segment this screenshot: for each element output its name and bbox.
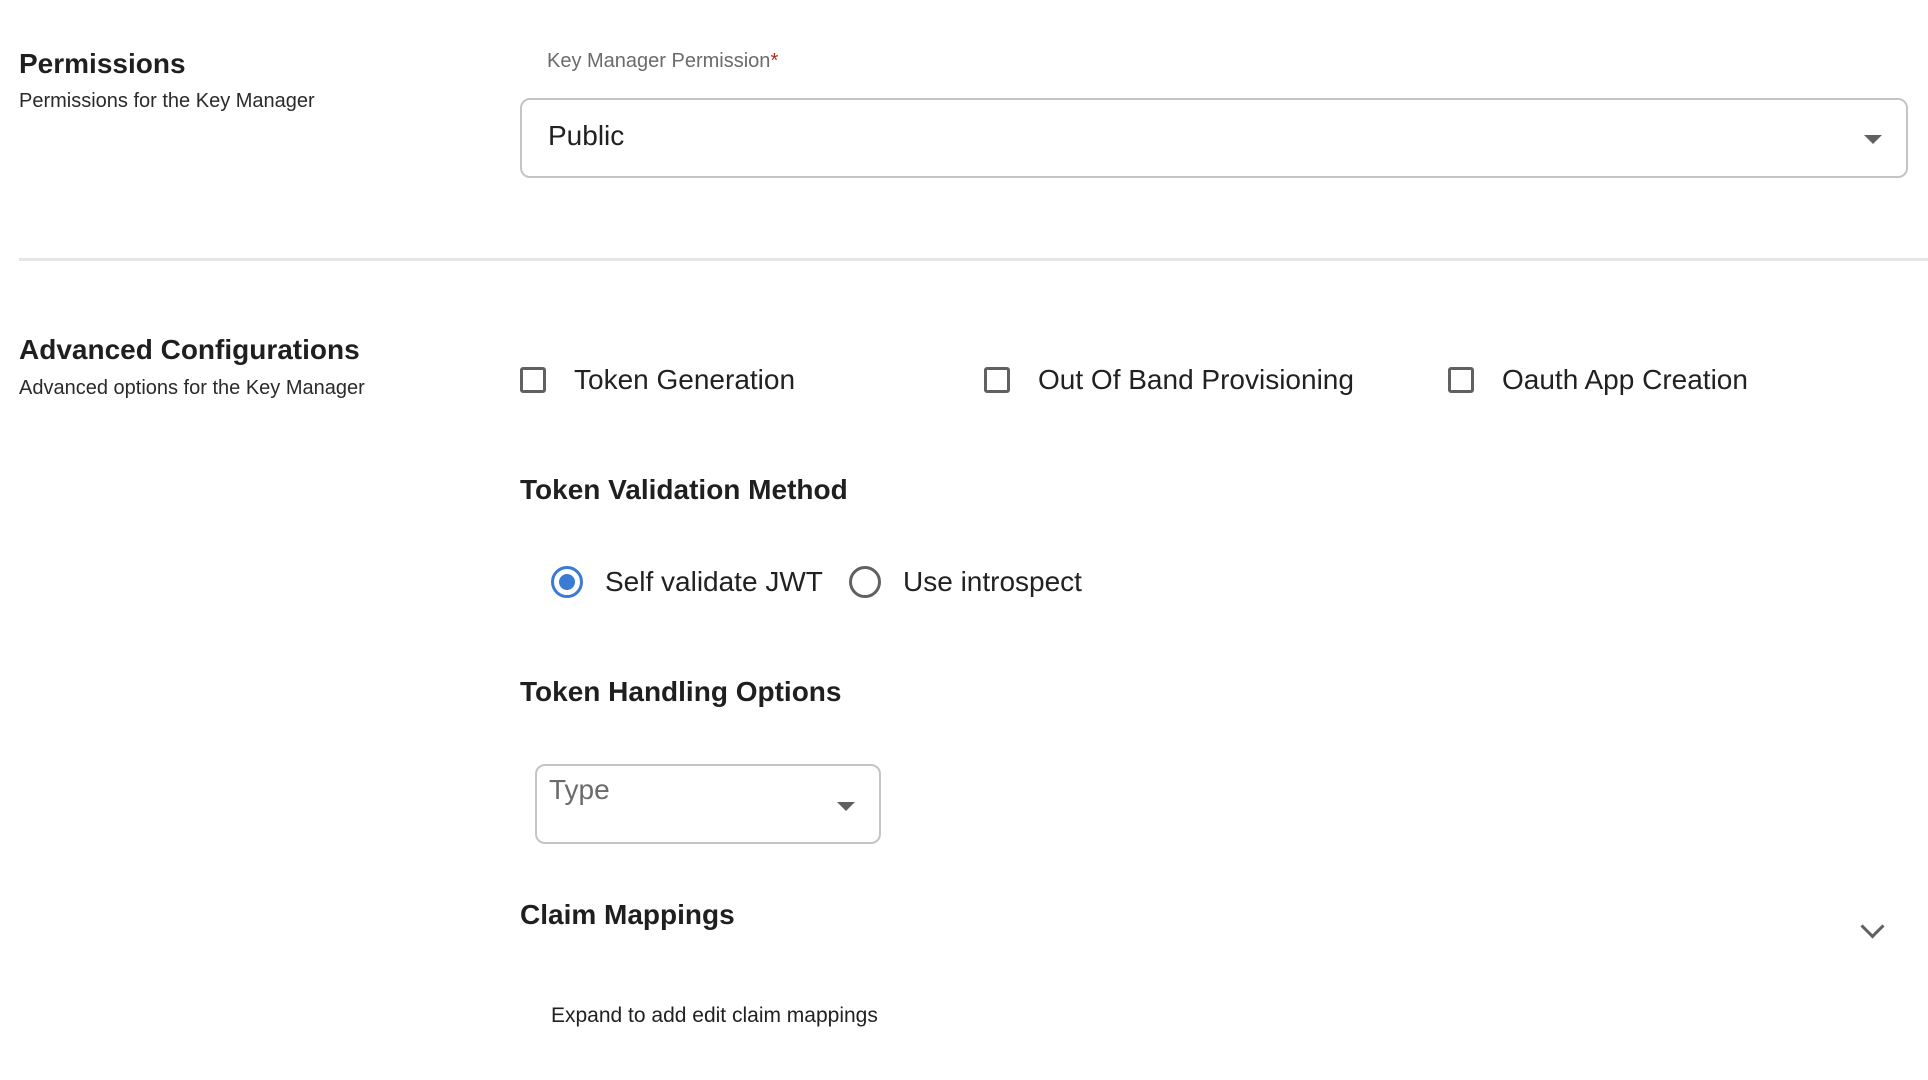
oauth-app-creation-checkbox[interactable]: Oauth App Creation xyxy=(1448,364,1748,396)
key-manager-form: Permissions Permissions for the Key Mana… xyxy=(0,0,1928,1080)
out-of-band-provisioning-checkbox[interactable]: Out Of Band Provisioning xyxy=(984,364,1354,396)
radio-dot xyxy=(559,574,575,590)
token-generation-checkbox[interactable]: Token Generation xyxy=(520,364,795,396)
radio-selected-icon[interactable] xyxy=(551,566,583,598)
key-manager-permission-label-text: Key Manager Permission xyxy=(547,50,771,72)
token-generation-label: Token Generation xyxy=(574,364,796,395)
token-handling-options-heading: Token Handling Options xyxy=(520,676,842,707)
checkbox-unchecked-icon[interactable] xyxy=(1448,367,1474,393)
permissions-description: Permissions for the Key Manager xyxy=(19,90,315,112)
radio-unselected-icon[interactable] xyxy=(849,566,881,598)
checkbox-unchecked-icon[interactable] xyxy=(984,367,1010,393)
key-manager-permission-value: Public xyxy=(548,120,625,151)
out-of-band-provisioning-label: Out Of Band Provisioning xyxy=(1038,364,1354,395)
claim-mappings-heading[interactable]: Claim Mappings xyxy=(520,899,735,931)
dropdown-arrow-icon xyxy=(1864,135,1882,144)
use-introspect-radio[interactable]: Use introspect xyxy=(849,566,1082,598)
required-asterisk: * xyxy=(770,50,779,72)
self-validate-jwt-radio[interactable]: Self validate JWT xyxy=(551,566,823,598)
token-validation-method-heading: Token Validation Method xyxy=(520,474,848,505)
dropdown-arrow-icon xyxy=(837,802,855,811)
advanced-configurations-description: Advanced options for the Key Manager xyxy=(19,377,365,399)
key-manager-permission-select[interactable]: Public xyxy=(520,98,1908,178)
key-manager-permission-label: Key Manager Permission* xyxy=(547,50,778,73)
token-handling-type-select[interactable]: Type xyxy=(535,764,881,844)
use-introspect-label: Use introspect xyxy=(903,566,1082,597)
checkbox-unchecked-icon[interactable] xyxy=(520,367,546,393)
claim-mappings-description: Expand to add edit claim mappings xyxy=(551,1004,878,1027)
advanced-configurations-title: Advanced Configurations xyxy=(19,334,360,365)
oauth-app-creation-label: Oauth App Creation xyxy=(1502,364,1748,395)
type-placeholder: Type xyxy=(549,774,610,805)
section-divider xyxy=(19,258,1928,261)
self-validate-jwt-label: Self validate JWT xyxy=(605,566,823,597)
permissions-title: Permissions xyxy=(19,48,186,79)
chevron-down-icon[interactable] xyxy=(1860,914,1885,939)
